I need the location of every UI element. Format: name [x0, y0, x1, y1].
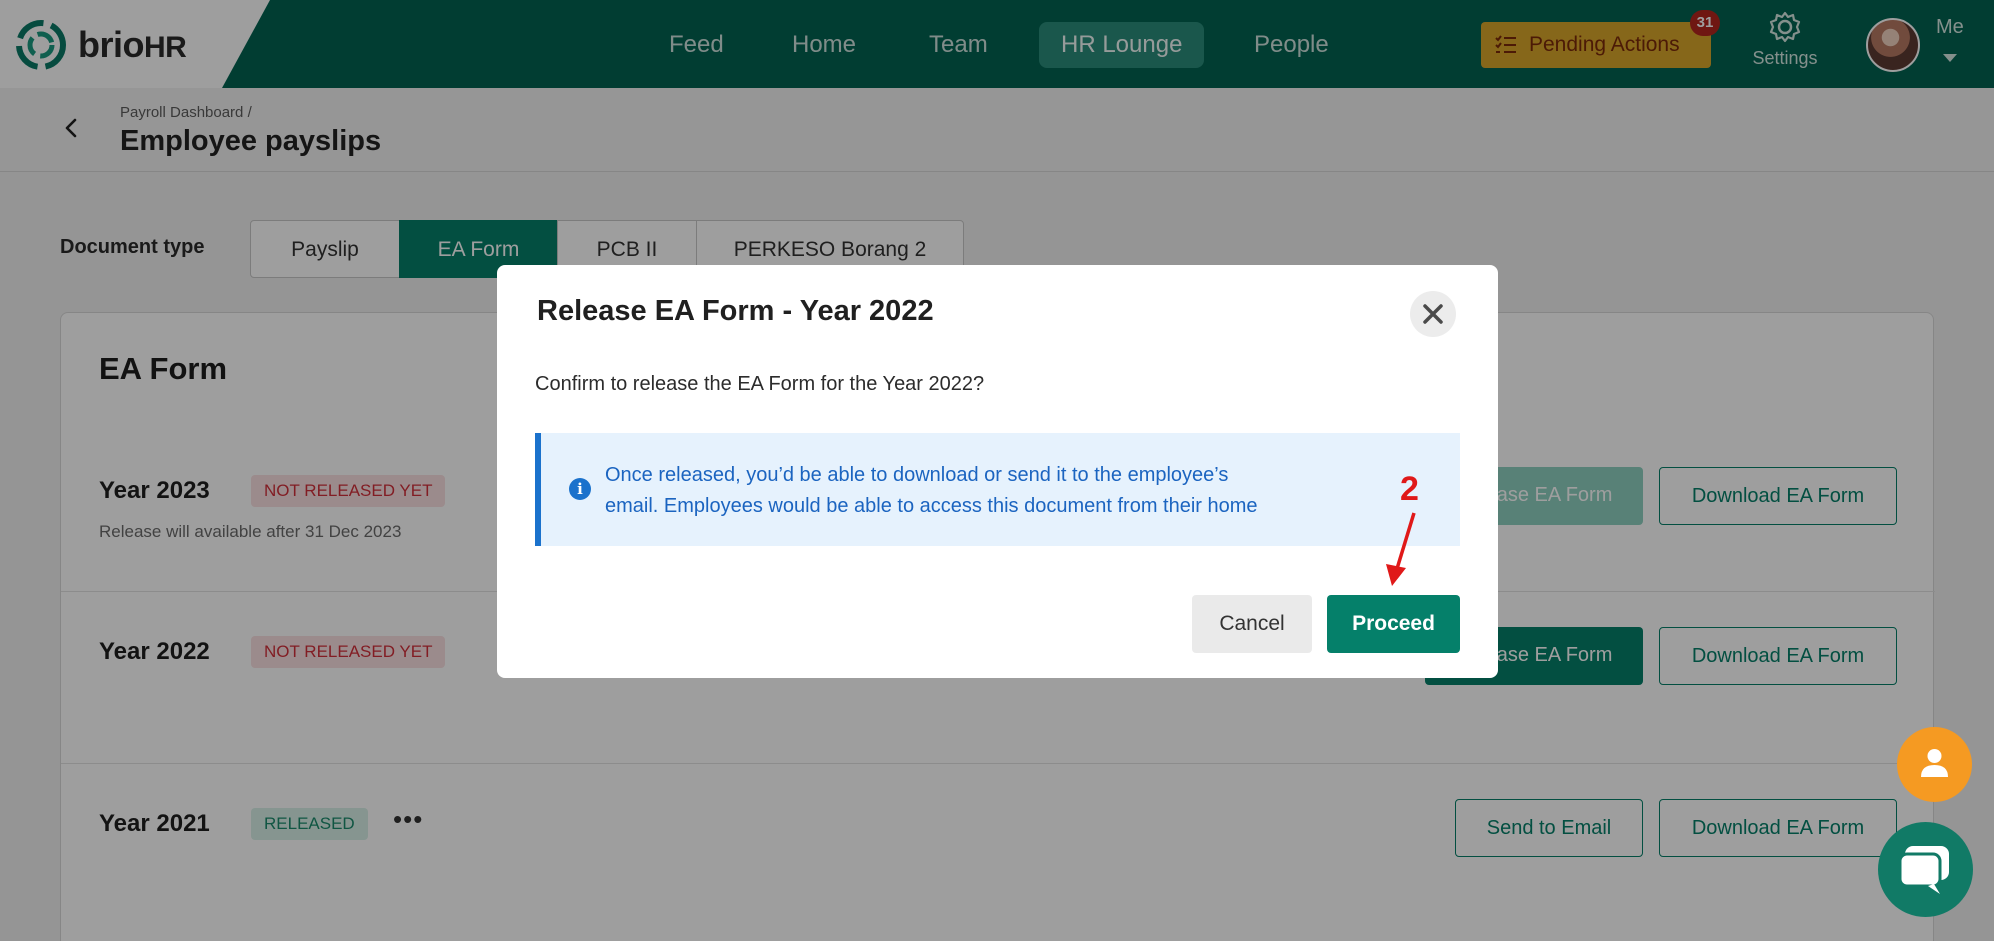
chat-bubble-icon: [1898, 846, 1949, 894]
info-line: Once released, you’d be able to download…: [605, 464, 1229, 486]
confirmation-text: Confirm to release the EA Form for the Y…: [535, 373, 985, 395]
info-alert: i Once released, you’d be able to downlo…: [535, 433, 1460, 546]
cancel-button[interactable]: Cancel: [1192, 595, 1312, 653]
step-annotation-number: 2: [1400, 470, 1419, 508]
info-icon: i: [569, 478, 591, 500]
proceed-button[interactable]: Proceed: [1327, 595, 1460, 653]
person-help-button[interactable]: [1897, 727, 1972, 802]
close-button[interactable]: [1410, 291, 1456, 337]
person-icon: [1921, 749, 1948, 777]
chat-button[interactable]: [1878, 822, 1973, 917]
info-message: Once released, you’d be able to download…: [605, 460, 1385, 522]
annotation-arrow-icon: [1386, 512, 1416, 586]
release-ea-form-dialog: Release EA Form - Year 2022 Confirm to r…: [497, 265, 1498, 678]
info-line: email. Employees would be able to access…: [605, 495, 1258, 517]
close-icon: [1423, 304, 1443, 324]
dialog-title: Release EA Form - Year 2022: [537, 295, 934, 327]
